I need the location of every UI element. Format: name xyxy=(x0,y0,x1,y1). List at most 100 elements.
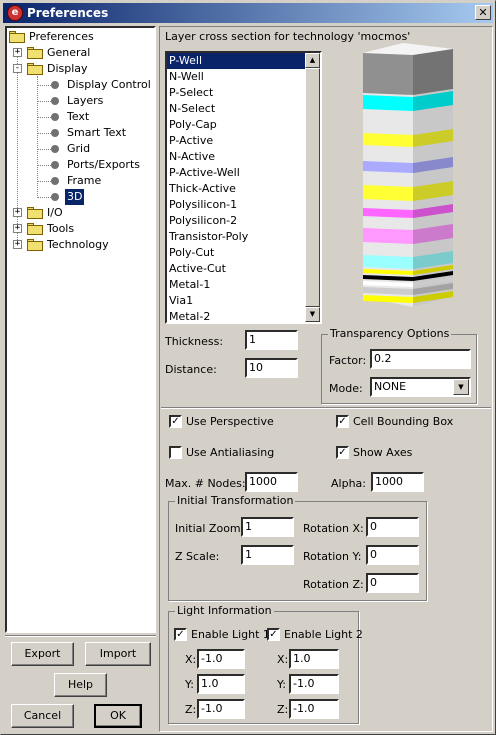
light-1-y-field[interactable]: 1.0 xyxy=(197,674,245,694)
layer-list-item[interactable]: Active-Cut xyxy=(167,261,305,277)
layer-list-item[interactable]: Via1 xyxy=(167,293,305,309)
stack-layer-front xyxy=(363,95,413,111)
enable-light-1-checkbox[interactable]: ✓ xyxy=(174,628,187,641)
light-2-z-field[interactable]: -1.0 xyxy=(289,699,339,719)
distance-label: Distance: xyxy=(165,363,217,376)
expand-icon[interactable]: + xyxy=(13,208,22,217)
light-2-y-field[interactable]: -1.0 xyxy=(289,674,339,694)
layer-list-item[interactable]: Polysilicon-2 xyxy=(167,213,305,229)
layer-list-item[interactable]: P-Select xyxy=(167,85,305,101)
tree-node-frame[interactable]: Frame xyxy=(7,173,147,189)
ok-button[interactable]: OK xyxy=(94,704,142,728)
alpha-field[interactable]: 1000 xyxy=(371,472,424,492)
tree-node-display[interactable]: - Display xyxy=(7,61,147,77)
stack-layer-side xyxy=(413,49,453,95)
layer-list-item[interactable]: N-Well xyxy=(167,69,305,85)
folder-icon xyxy=(27,223,43,235)
thickness-field[interactable]: 1 xyxy=(245,330,298,350)
cancel-button[interactable]: Cancel xyxy=(11,704,74,728)
z-scale-field[interactable]: 1 xyxy=(241,545,294,565)
tree-label: Ports/Exports xyxy=(67,158,140,171)
light-1-x-field[interactable]: -1.0 xyxy=(197,649,245,669)
layer-list-item[interactable]: Polysilicon-1 xyxy=(167,197,305,213)
folder-open-icon xyxy=(27,63,43,75)
layer-stack-preview xyxy=(363,43,453,307)
max-nodes-label: Max. # Nodes: xyxy=(165,477,246,490)
mode-select[interactable]: NONE ▼ xyxy=(370,377,471,397)
light-1-z-label: Z: xyxy=(185,703,197,716)
enable-light-2-label: Enable Light 2 xyxy=(284,628,363,641)
scroll-thumb[interactable] xyxy=(305,68,320,307)
leaf-icon xyxy=(51,161,59,169)
transparency-options-title: Transparency Options xyxy=(328,327,452,340)
chevron-down-icon[interactable]: ▼ xyxy=(453,379,469,395)
tree-node-io[interactable]: + I/O xyxy=(7,205,147,221)
distance-field[interactable]: 10 xyxy=(245,358,298,378)
rotation-z-label: Rotation Z: xyxy=(303,578,364,591)
tree-node-ports-exports[interactable]: Ports/Exports xyxy=(7,157,147,173)
light-1-y-label: Y: xyxy=(185,678,194,691)
layer-list-item[interactable]: Thick-Active xyxy=(167,181,305,197)
leaf-icon xyxy=(51,129,59,137)
expand-icon[interactable]: + xyxy=(13,240,22,249)
import-button[interactable]: Import xyxy=(85,642,151,666)
export-button[interactable]: Export xyxy=(11,642,74,666)
expand-icon[interactable]: + xyxy=(13,224,22,233)
folder-icon xyxy=(27,47,43,59)
rotation-z-field[interactable]: 0 xyxy=(366,573,419,593)
layer-list-item[interactable]: P-Active xyxy=(167,133,305,149)
light-2-x-field[interactable]: 1.0 xyxy=(289,649,339,669)
scroll-up-icon[interactable]: ▲ xyxy=(305,53,320,68)
tree-node-text[interactable]: Text xyxy=(7,109,147,125)
tree-node-3d[interactable]: 3D xyxy=(7,189,147,205)
rotation-y-field[interactable]: 0 xyxy=(366,545,419,565)
use-perspective-checkbox[interactable]: ✓ xyxy=(169,415,182,428)
layer-list-item[interactable]: Metal-2 xyxy=(167,309,305,322)
layer-list[interactable]: P-Well N-Well P-Select N-Select Poly-Cap P-Ac… xyxy=(165,51,322,324)
preferences-window: e Preferences ✕ Preferences + General - … xyxy=(0,0,496,735)
folder-icon xyxy=(9,31,25,43)
cell-bounding-box-checkbox[interactable]: ✓ xyxy=(336,415,349,428)
layer-list-item[interactable]: P-Well xyxy=(167,53,305,69)
show-axes-checkbox[interactable]: ✓ xyxy=(336,446,349,459)
tree-label: Layers xyxy=(67,94,104,107)
layer-list-scrollbar[interactable]: ▲ ▼ xyxy=(305,53,320,322)
layer-list-item[interactable]: P-Active-Well xyxy=(167,165,305,181)
tree-node-tools[interactable]: + Tools xyxy=(7,221,147,237)
use-antialiasing-checkbox[interactable] xyxy=(169,446,182,459)
rotation-x-field[interactable]: 0 xyxy=(366,517,419,537)
use-antialiasing-label: Use Antialiasing xyxy=(186,446,275,459)
preferences-tree[interactable]: Preferences + General - Display Display … xyxy=(5,26,156,633)
leaf-icon xyxy=(51,97,59,105)
initial-zoom-field[interactable]: 1 xyxy=(241,517,294,537)
stack-layer-front xyxy=(363,255,413,269)
help-button[interactable]: Help xyxy=(54,673,107,697)
tree-label-selected: 3D xyxy=(65,189,85,205)
leaf-icon xyxy=(51,113,59,121)
title-bar[interactable]: e Preferences ✕ xyxy=(3,3,493,23)
layer-list-item[interactable]: Poly-Cap xyxy=(167,117,305,133)
tree-node-display-control[interactable]: Display Control xyxy=(7,77,151,93)
layer-list-item[interactable]: Poly-Cut xyxy=(167,245,305,261)
layer-list-item[interactable]: N-Active xyxy=(167,149,305,165)
expand-icon[interactable]: + xyxy=(13,48,22,57)
scroll-down-icon[interactable]: ▼ xyxy=(305,307,320,322)
tree-node-grid[interactable]: Grid xyxy=(7,141,147,157)
rotation-x-label: Rotation X: xyxy=(303,522,364,535)
layer-list-item[interactable]: N-Select xyxy=(167,101,305,117)
layer-list-item[interactable]: Transistor-Poly xyxy=(167,229,305,245)
factor-field[interactable]: 0.2 xyxy=(370,349,471,369)
tree-label: Preferences xyxy=(29,30,94,43)
max-nodes-field[interactable]: 1000 xyxy=(245,472,298,492)
tree-node-general[interactable]: + General xyxy=(7,45,147,61)
tree-node-technology[interactable]: + Technology xyxy=(7,237,147,253)
close-button[interactable]: ✕ xyxy=(475,5,491,20)
tree-node-layers[interactable]: Layers xyxy=(7,93,147,109)
layer-list-item[interactable]: Metal-1 xyxy=(167,277,305,293)
enable-light-2-checkbox[interactable]: ✓ xyxy=(267,628,280,641)
light-1-z-field[interactable]: -1.0 xyxy=(197,699,245,719)
tree-node-smart-text[interactable]: Smart Text xyxy=(7,125,147,141)
collapse-icon[interactable]: - xyxy=(13,64,22,73)
tree-label: I/O xyxy=(47,206,63,219)
enable-light-1-label: Enable Light 1 xyxy=(191,628,270,641)
